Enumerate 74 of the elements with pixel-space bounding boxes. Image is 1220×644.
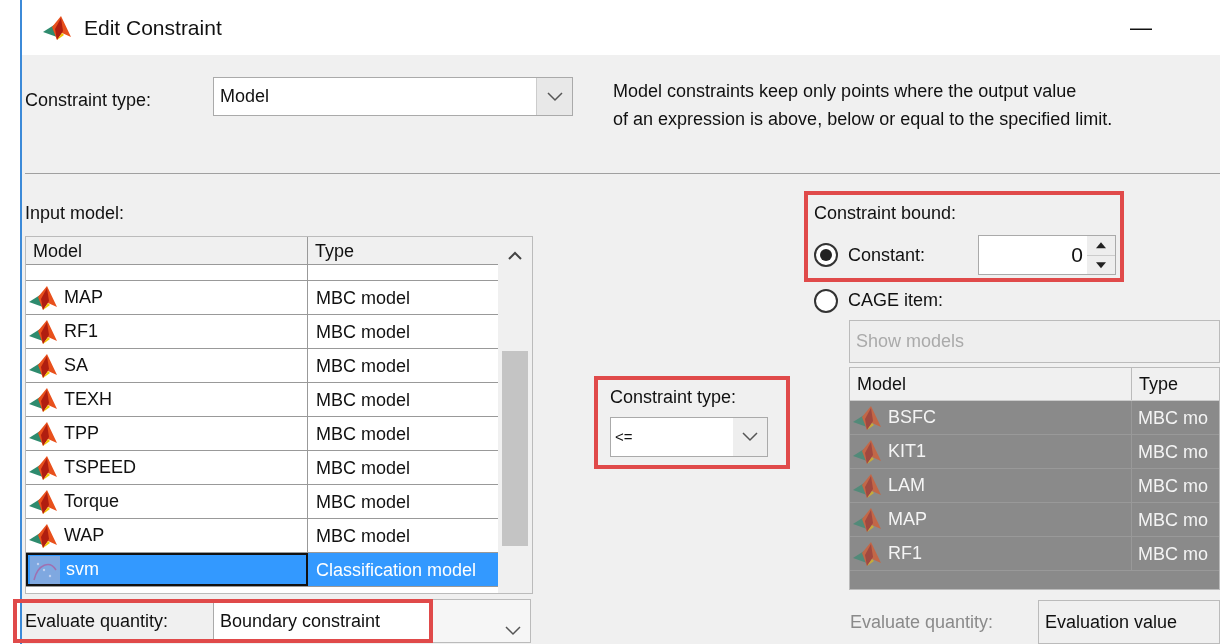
model-type: MBC mo <box>1137 475 1209 499</box>
model-type: MBC model <box>315 389 412 412</box>
constant-spin-field[interactable]: 0 <box>978 235 1116 275</box>
surface-plot-icon <box>852 438 882 465</box>
operator-dropdown[interactable]: <= <box>610 417 768 457</box>
model-type: MBC model <box>315 321 412 344</box>
chevron-down-icon <box>504 626 522 636</box>
radio-label: Constant: <box>848 243 927 267</box>
model-type: MBC model <box>315 423 412 446</box>
model-type: MBC model <box>315 525 412 548</box>
evaluate-quantity-label: Evaluate quantity: <box>25 609 170 633</box>
model-name: KIT1 <box>888 440 926 464</box>
surface-plot-icon <box>28 522 58 549</box>
scatter-icon <box>30 555 60 584</box>
window-title: Edit Constraint <box>84 14 222 41</box>
model-name: Torque <box>64 490 120 513</box>
model-name: svm <box>66 558 99 581</box>
surface-plot-icon <box>28 352 58 379</box>
surface-plot-icon <box>28 318 58 345</box>
surface-plot-icon <box>28 420 58 447</box>
model-type: MBC model <box>315 355 412 378</box>
scrollbar[interactable] <box>498 237 532 593</box>
radio-button[interactable] <box>814 243 838 267</box>
model-name: WAP <box>64 524 105 547</box>
surface-plot-icon <box>28 284 58 311</box>
surface-plot-icon <box>42 14 72 41</box>
chevron-down-icon <box>545 91 564 102</box>
evaluate-quantity-label: Evaluate quantity: <box>850 610 995 634</box>
model-name: SA <box>64 354 88 377</box>
minimize-button[interactable]: — <box>1122 11 1160 44</box>
table-row[interactable]: MAP MBC model <box>26 281 498 315</box>
model-type: MBC mo <box>1137 509 1209 533</box>
model-name: LAM <box>888 474 925 498</box>
surface-plot-icon <box>852 506 882 533</box>
input-model-label: Input model: <box>25 202 126 225</box>
surface-plot-icon <box>852 404 882 431</box>
model-name: RF1 <box>888 542 922 566</box>
model-type: MBC mo <box>1137 543 1209 567</box>
model-name: TSPEED <box>64 456 137 479</box>
column-header[interactable]: Type <box>308 237 498 264</box>
model-name: TPP <box>64 422 99 445</box>
surface-plot-icon <box>852 472 882 499</box>
model-type: MBC model <box>315 457 412 480</box>
table-row[interactable]: TEXH MBC model <box>26 383 498 417</box>
model-type: MBC mo <box>1137 441 1209 465</box>
model-name: RF1 <box>64 320 98 343</box>
constraint-type-label: Constraint type: <box>25 89 153 112</box>
model-name: MAP <box>64 286 103 309</box>
model-name: TEXH <box>64 388 112 411</box>
table-row[interactable]: SA MBC model <box>26 349 498 383</box>
model-type: MBC model <box>315 287 412 310</box>
table-row[interactable]: TSPEED MBC model <box>26 451 498 485</box>
constraint-type-dropdown[interactable]: Model <box>213 77 573 116</box>
table-row[interactable]: Torque MBC model <box>26 485 498 519</box>
surface-plot-icon <box>852 540 882 567</box>
table-row[interactable]: RF1 MBC model <box>26 315 498 349</box>
evaluate-quantity-dropdown[interactable]: Boundary constraint <box>213 603 429 639</box>
radio-label: CAGE item: <box>848 289 944 313</box>
column-header[interactable]: Model <box>26 237 308 264</box>
chevron-down-icon <box>741 432 759 442</box>
operator-label: Constraint type: <box>610 386 738 409</box>
chevron-up-icon <box>507 251 523 261</box>
surface-plot-icon <box>28 386 58 413</box>
model-type: Classification model <box>315 559 478 582</box>
constraint-bound-label: Constraint bound: <box>814 202 958 225</box>
model-type: MBC mo <box>1137 407 1209 431</box>
radio-button[interactable] <box>814 288 838 313</box>
surface-plot-icon <box>28 454 58 481</box>
description-text: Model constraints keep only points where the output value of an expression is above, below or equal to the specified limit. <box>613 80 1113 131</box>
model-name: MAP <box>888 508 927 532</box>
model-type: MBC model <box>315 491 412 514</box>
table-row[interactable]: TPP MBC model <box>26 417 498 451</box>
model-name: BSFC <box>888 406 936 430</box>
surface-plot-icon <box>28 488 58 515</box>
